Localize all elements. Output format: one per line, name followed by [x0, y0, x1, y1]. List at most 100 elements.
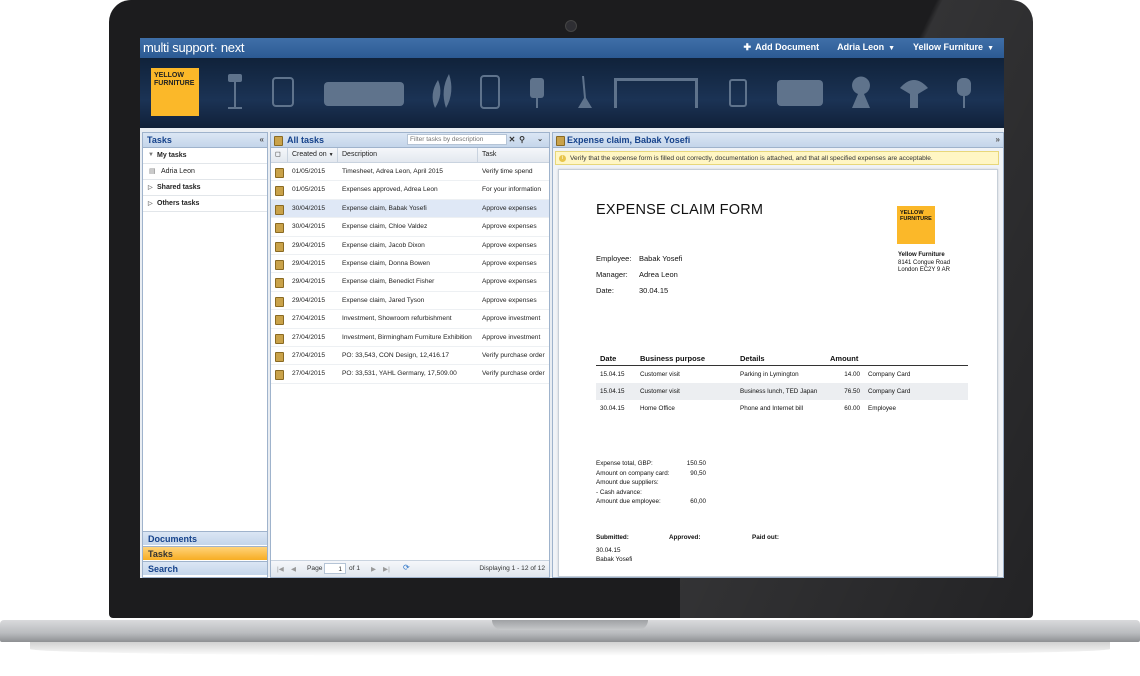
- nav-search[interactable]: Search: [143, 561, 267, 575]
- notice-text: Verify that the expense form is filled o…: [570, 155, 933, 162]
- expand-right-icon[interactable]: »: [996, 133, 1000, 147]
- cell-payment: Employee: [868, 405, 897, 412]
- tree-others-tasks[interactable]: ▷ Others tasks: [143, 196, 267, 212]
- row-description: Expense claim, Jared Tyson: [342, 296, 425, 304]
- row-date: 01/05/2015: [292, 186, 326, 194]
- row-task: Approve expenses: [482, 296, 537, 304]
- table-row[interactable]: 01/05/2015 Expenses approved, Adrea Leon F…: [271, 181, 549, 200]
- total-line: Expense total, GBP: 150.50: [596, 459, 706, 469]
- row-date: 29/04/2015: [292, 296, 326, 304]
- left-panel: Tasks « ▼ My tasks ▤ Adria Leon ▷ Shared tas…: [142, 132, 268, 578]
- page-number-input[interactable]: 1: [324, 563, 346, 574]
- user-menu-label: Adria Leon: [837, 42, 885, 52]
- total-amount: 60,00: [690, 498, 706, 505]
- date-label: Date:: [596, 286, 614, 295]
- grid-header: ◻ Created on ▼ Description Task: [271, 148, 549, 163]
- table-row-selected[interactable]: 30/04/2015 Expense claim, Babak Yosefi App…: [271, 199, 549, 219]
- total-line: Amount due suppliers:: [596, 478, 706, 488]
- table-row[interactable]: 30/04/2015 Expense claim, Chloe Valdez App…: [271, 218, 549, 237]
- row-task: For your information: [482, 186, 541, 194]
- top-bar: multi support· next ✚ Add Document Adria …: [140, 38, 1004, 58]
- cell-purpose: Customer visit: [636, 383, 736, 400]
- table-row[interactable]: 27/04/2015 Investment, Showroom refurbish…: [271, 310, 549, 329]
- furniture-silhouettes: [228, 74, 971, 109]
- column-description[interactable]: Description: [338, 148, 478, 162]
- user-menu[interactable]: Adria Leon ▼: [837, 42, 895, 53]
- expense-document: EXPENSE CLAIM FORM YELLOW FURNITURE Yell…: [558, 169, 998, 577]
- row-task: Approve expenses: [482, 204, 537, 212]
- date-value: 30.04.15: [639, 286, 669, 295]
- total-amount: 150.50: [686, 460, 706, 467]
- expand-right-icon: ▷: [148, 185, 153, 191]
- row-description: Expense claim, Jacob Dixon: [342, 241, 425, 249]
- totals-block: Expense total, GBP: 150.50 Amount on comp…: [596, 459, 706, 507]
- last-page-icon[interactable]: ▶|: [383, 565, 390, 573]
- floor-lamp-icon: [578, 76, 592, 108]
- row-task: Verify time spend: [482, 168, 533, 175]
- add-document-label: Add Document: [755, 42, 820, 52]
- tree-shared-label: Shared tasks: [157, 184, 201, 191]
- table-row[interactable]: 29/04/2015 Expense claim, Benedict Fisher…: [271, 273, 549, 292]
- table-row[interactable]: 01/05/2015 Timesheet, Adrea Leon, April 2…: [271, 163, 549, 182]
- task-icon: [275, 333, 284, 344]
- tasks-panel-header: Tasks «: [143, 133, 267, 148]
- th-purpose: Business purpose: [636, 352, 736, 366]
- next-page-icon[interactable]: ▶: [371, 565, 376, 573]
- filter-input[interactable]: [407, 134, 507, 145]
- column-task[interactable]: Task: [478, 148, 549, 162]
- tasks-panel-title: Tasks: [147, 135, 172, 145]
- nav-documents[interactable]: Documents: [143, 531, 267, 545]
- table-row[interactable]: 29/04/2015 Expense claim, Jacob Dixon Appr…: [271, 237, 549, 255]
- manager-value: Adrea Leon: [639, 270, 678, 279]
- collapse-left-icon[interactable]: «: [260, 133, 264, 147]
- clear-filter-icon[interactable]: ✕: [507, 134, 517, 145]
- task-icon: [275, 296, 284, 307]
- top-nav: ✚ Add Document Adria Leon ▼ Yellow Furnitu…: [744, 42, 994, 53]
- row-date: 27/04/2015: [292, 370, 326, 378]
- row-date: 01/05/2015: [292, 168, 326, 175]
- chevron-down-icon: ▼: [888, 45, 896, 52]
- table-row[interactable]: 29/04/2015 Expense claim, Donna Bowen Appr…: [271, 255, 549, 274]
- refresh-icon[interactable]: ⟳: [403, 563, 410, 572]
- task-list-icon: ▤: [149, 168, 156, 175]
- add-document-button[interactable]: ✚ Add Document: [744, 42, 820, 53]
- document-title: Expense claim, Babak Yosefi: [567, 135, 691, 145]
- row-task: Approve expenses: [482, 278, 537, 286]
- total-label: Amount due employee:: [596, 498, 661, 505]
- approved-label: Approved:: [669, 534, 701, 541]
- th-amount: Amount: [826, 352, 864, 366]
- total-line: Amount due employee: 60,00: [596, 497, 706, 507]
- table-row[interactable]: 27/04/2015 PO: 33,543, CON Design, 12,416…: [271, 347, 549, 366]
- tree-shared-tasks[interactable]: ▷ Shared tasks: [143, 180, 267, 196]
- row-date: 30/04/2015: [292, 223, 326, 231]
- tree-user[interactable]: ▤ Adria Leon: [143, 164, 267, 180]
- column-created-on[interactable]: Created on ▼: [288, 148, 338, 162]
- table-row[interactable]: 29/04/2015 Expense claim, Jared Tyson Appr…: [271, 292, 549, 311]
- table-row[interactable]: 27/04/2015 PO: 33,531, YAHL Germany, 17,5…: [271, 365, 549, 384]
- task-icon: [556, 136, 565, 146]
- pager: |◀ ◀ Page 1 of 1 ▶ ▶| ⟳ Displaying 1 - 1…: [271, 560, 549, 577]
- laptop-notch: [492, 620, 648, 630]
- task-icon: [275, 204, 284, 215]
- row-description: Expense claim, Chloe Valdez: [342, 223, 428, 231]
- nav-tasks[interactable]: Tasks: [143, 546, 267, 560]
- first-page-icon[interactable]: |◀: [277, 565, 284, 573]
- prev-page-icon[interactable]: ◀: [291, 565, 296, 573]
- row-task: Approve expenses: [482, 223, 537, 231]
- row-task: Approve expenses: [482, 259, 537, 267]
- collapse-down-icon[interactable]: ⌄: [535, 134, 545, 145]
- task-icon: [275, 186, 284, 197]
- vase-icon: [432, 74, 452, 108]
- task-icon: [275, 168, 284, 178]
- chair-icon: [272, 77, 294, 107]
- tree-my-tasks[interactable]: ▼ My tasks: [143, 148, 267, 164]
- expense-table: Date Business purpose Details Amount 15.…: [596, 352, 968, 417]
- plus-icon: ✚: [743, 42, 752, 52]
- tulip-chair-icon: [851, 76, 870, 108]
- row-date: 30/04/2015: [292, 204, 326, 212]
- task-icon: [275, 351, 284, 362]
- company-menu[interactable]: Yellow Furniture ▼: [913, 42, 994, 53]
- row-date: 27/04/2015: [292, 315, 326, 323]
- search-icon[interactable]: ⚲: [517, 134, 527, 145]
- table-row[interactable]: 27/04/2015 Investment, Birmingham Furnitu…: [271, 329, 549, 347]
